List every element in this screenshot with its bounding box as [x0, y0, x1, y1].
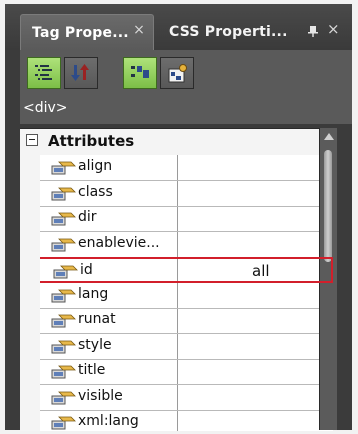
- row-gutter: [20, 180, 40, 207]
- collapse-toggle-icon[interactable]: [26, 134, 38, 146]
- category-row-attributes[interactable]: Attributes: [20, 129, 333, 155]
- attribute-tag-icon: [51, 365, 76, 379]
- property-pages-button[interactable]: [160, 57, 194, 89]
- tab-strip: Tag Prope... × CSS Properti... ×: [5, 4, 352, 50]
- attribute-tag-icon: [51, 187, 76, 200]
- attribute-row-title[interactable]: title: [20, 359, 333, 385]
- sort-alphabetical-icon: [71, 64, 89, 81]
- tab-label: Tag Prope...: [32, 24, 129, 41]
- attribute-tag-icon: [51, 212, 76, 226]
- attribute-row-runat[interactable]: runat: [20, 308, 333, 334]
- row-gutter: [20, 231, 40, 258]
- scroll-thumb[interactable]: [324, 150, 332, 262]
- attribute-row-visible[interactable]: visible: [20, 384, 333, 411]
- show-set-properties-icon: [131, 66, 149, 78]
- attribute-name: visible: [78, 387, 123, 404]
- row-gutter: [20, 359, 40, 385]
- breadcrumb[interactable]: <div>: [23, 100, 68, 116]
- attribute-tag-icon: [51, 161, 76, 175]
- row-gutter: [20, 308, 40, 334]
- attribute-name: align: [78, 158, 113, 174]
- row-gutter: [20, 206, 40, 232]
- attribute-row-enablevie-[interactable]: enablevie...: [20, 231, 333, 258]
- pin-icon[interactable]: [308, 26, 318, 37]
- property-grid: Attributes align class dir enablevie... id al…: [20, 128, 333, 431]
- attribute-tag-icon: [51, 416, 76, 430]
- tab-close-icon[interactable]: ×: [133, 22, 145, 38]
- property-pages-icon: [168, 64, 187, 83]
- categorized-view-icon: [35, 65, 52, 80]
- attribute-name: class: [78, 183, 113, 200]
- attribute-name: runat: [78, 311, 116, 327]
- attribute-row-align[interactable]: align: [20, 155, 333, 181]
- attribute-name: style: [78, 336, 112, 353]
- categorized-view-button[interactable]: [27, 57, 61, 89]
- attribute-row-lang[interactable]: lang: [20, 282, 333, 309]
- attribute-row-style[interactable]: style: [20, 333, 333, 360]
- attribute-tag-icon: [51, 340, 76, 353]
- attribute-name: title: [78, 362, 106, 378]
- panel-close-icon[interactable]: ×: [327, 20, 340, 38]
- attribute-name: xml:lang: [78, 413, 139, 429]
- tab-tag-properties[interactable]: Tag Prope... ×: [20, 14, 154, 50]
- attribute-row-id[interactable]: id all: [20, 257, 333, 283]
- row-gutter: [20, 410, 40, 431]
- attribute-tag-icon: [51, 391, 76, 404]
- category-label: Attributes: [48, 132, 135, 150]
- attribute-tag-icon: [51, 314, 76, 328]
- row-gutter: [20, 257, 40, 283]
- row-gutter: [20, 333, 40, 360]
- attribute-value[interactable]: all: [252, 262, 270, 280]
- attribute-row-class[interactable]: class: [20, 180, 333, 207]
- attribute-name: lang: [78, 285, 109, 302]
- tab-css-properties[interactable]: CSS Properti...: [165, 14, 288, 50]
- row-gutter: [20, 155, 40, 181]
- attribute-row-dir[interactable]: dir: [20, 206, 333, 232]
- attribute-tag-icon: [53, 265, 78, 279]
- attribute-tag-icon: [51, 238, 76, 251]
- show-set-properties-button[interactable]: [123, 57, 157, 89]
- tab-label: CSS Properti...: [169, 24, 288, 40]
- attribute-name: enablevie...: [78, 234, 160, 251]
- row-gutter: [20, 384, 40, 411]
- attribute-name: dir: [78, 209, 97, 225]
- attribute-row-xml-lang[interactable]: xml:lang: [20, 410, 333, 431]
- attribute-name: id: [80, 262, 93, 278]
- attribute-tag-icon: [51, 289, 76, 302]
- scroll-up-arrow-icon[interactable]: [324, 133, 334, 140]
- tag-properties-panel: Tag Prope... × CSS Properti... × <div> A…: [5, 4, 352, 431]
- sort-alphabetical-button[interactable]: [64, 57, 98, 89]
- toolbar: [20, 50, 352, 98]
- row-gutter: [20, 282, 40, 309]
- tag-breadcrumb-bar: <div>: [20, 98, 352, 124]
